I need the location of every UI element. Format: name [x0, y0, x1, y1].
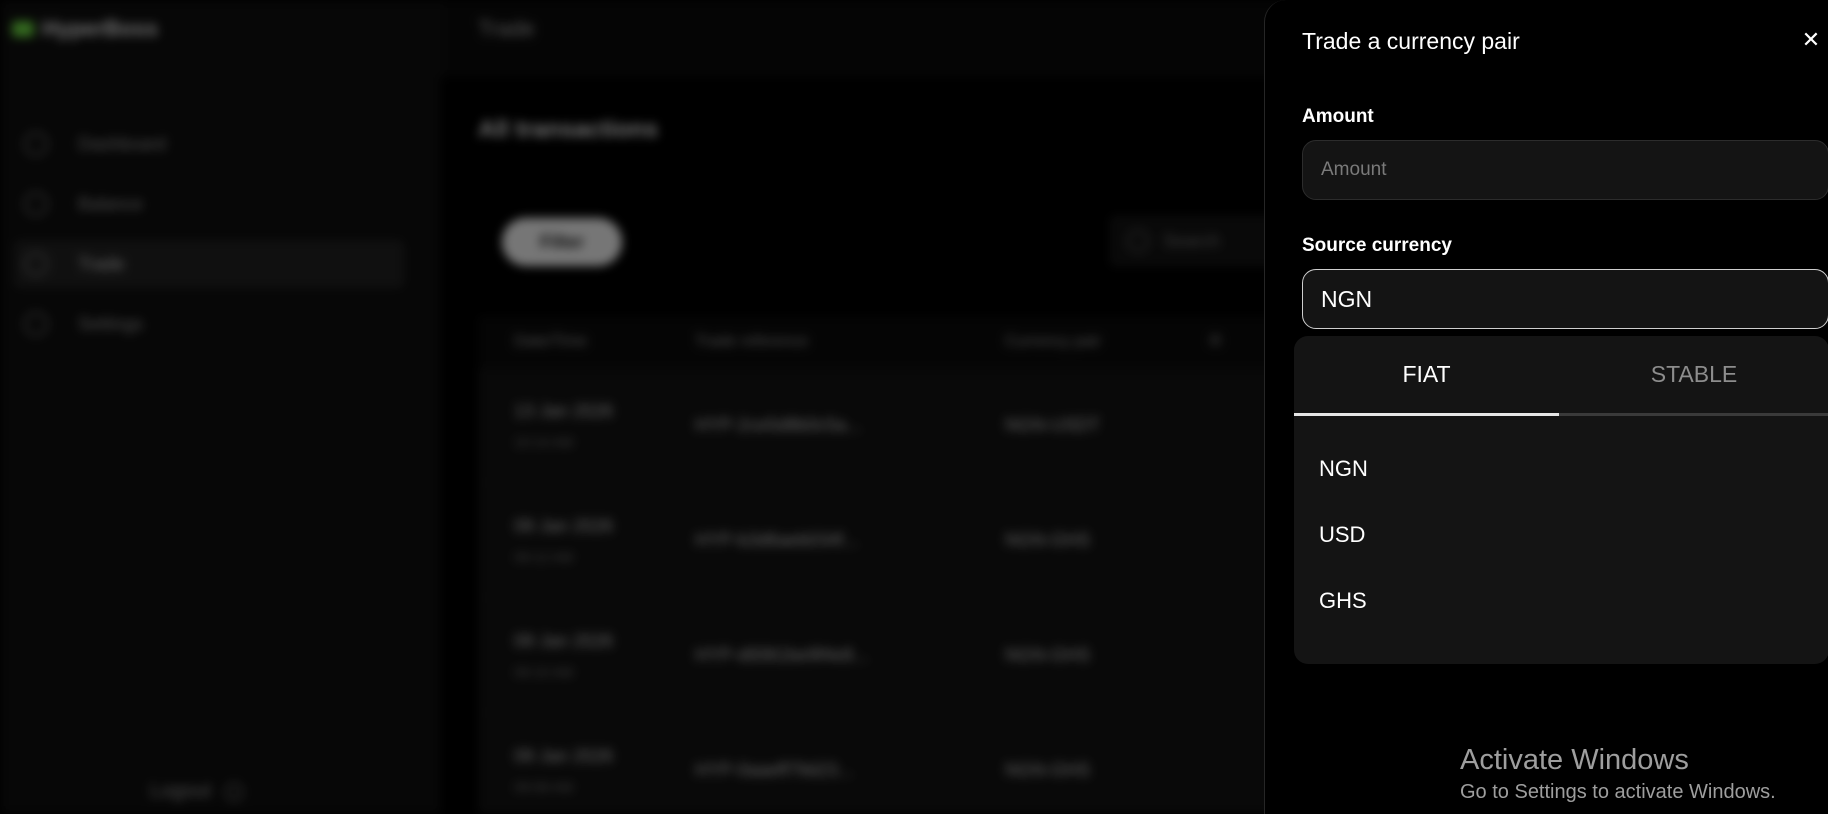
logo: HyperBoss	[12, 16, 158, 42]
row-pair: NGN-GHS	[1005, 529, 1090, 550]
currency-options: NGN USD GHS	[1294, 436, 1828, 634]
option-ghs[interactable]: GHS	[1294, 568, 1828, 634]
row-date: 13 Jan 2026	[514, 400, 614, 421]
sidebar-nav: Dashboard Balance Trade Settings	[14, 120, 404, 360]
option-ngn[interactable]: NGN	[1294, 436, 1828, 502]
drawer-title: Trade a currency pair	[1302, 28, 1520, 54]
column-header: Date/Time	[514, 333, 588, 350]
row-time: 09:08 AM	[514, 778, 574, 795]
option-usd[interactable]: USD	[1294, 502, 1828, 568]
sidebar-item-trade[interactable]: Trade	[14, 240, 404, 288]
filter-button[interactable]: Filter	[502, 218, 622, 266]
search-placeholder: Search	[1163, 230, 1221, 251]
tab-fiat[interactable]: FIAT	[1294, 336, 1559, 416]
wallet-icon	[24, 192, 48, 216]
page-crumb: Trade	[478, 16, 535, 41]
row-ref: HYP-0aaeff79d23...	[695, 759, 853, 780]
currency-dropdown: FIAT STABLE NGN USD GHS	[1294, 336, 1828, 664]
home-icon	[24, 132, 48, 156]
amount-label: Amount	[1302, 106, 1374, 127]
logout-icon	[225, 782, 244, 801]
row-time: 09:10 AM	[514, 663, 574, 680]
search-icon	[1127, 230, 1149, 252]
row-date: 09 Jan 2026	[514, 630, 614, 651]
row-pair: NGN-GHS	[1005, 644, 1090, 665]
column-header: Trade reference	[695, 333, 809, 350]
activate-windows-watermark: Activate Windows Go to Settings to activ…	[1460, 744, 1776, 804]
tab-label: STABLE	[1650, 361, 1738, 387]
tab-label: FIAT	[1402, 361, 1451, 387]
filter-label: Filter	[539, 231, 584, 252]
sidebar: HyperBoss Dashboard Balance Trade Settin…	[0, 0, 440, 814]
currency-tabs: FIAT STABLE	[1294, 336, 1828, 416]
section-title: All transactions	[478, 116, 659, 143]
source-currency-value: NGN	[1321, 285, 1373, 312]
row-date: 09 Jan 2026	[514, 745, 614, 766]
sidebar-item-settings[interactable]: Settings	[14, 300, 404, 348]
trade-drawer: Trade a currency pair ✕ Amount Source cu…	[1264, 0, 1828, 814]
source-currency-select[interactable]: NGN	[1302, 269, 1828, 329]
sidebar-item-label: Balance	[78, 193, 144, 214]
sidebar-item-label: Settings	[78, 313, 144, 334]
close-icon: ✕	[1801, 27, 1821, 52]
row-time: 09:12 AM	[514, 548, 574, 565]
row-pair: NGN-USDT	[1005, 414, 1100, 435]
row-time: 10:14 AM	[514, 433, 574, 450]
close-button[interactable]: ✕	[1799, 28, 1823, 52]
sidebar-item-label: Trade	[78, 253, 125, 274]
logout-button[interactable]: Logout	[150, 780, 244, 803]
sidebar-item-balance[interactable]: Balance	[14, 180, 404, 228]
logo-mark-icon	[12, 21, 34, 37]
watermark-subtitle: Go to Settings to activate Windows.	[1460, 781, 1776, 803]
amount-input[interactable]	[1302, 140, 1828, 200]
sidebar-item-dashboard[interactable]: Dashboard	[14, 120, 404, 168]
source-currency-label: Source currency	[1302, 235, 1452, 256]
row-ref: HYP-b3d6aeb034f...	[695, 529, 859, 550]
row-pair: NGN-GHS	[1005, 759, 1090, 780]
gear-icon	[24, 312, 48, 336]
trade-icon	[24, 252, 48, 276]
watermark-title: Activate Windows	[1460, 744, 1689, 776]
logout-label: Logout	[150, 780, 212, 802]
row-ref: HYP-2ce5d8b0c5a...	[695, 414, 862, 435]
row-date: 09 Jan 2026	[514, 515, 614, 536]
tab-stable[interactable]: STABLE	[1559, 336, 1828, 416]
row-ref: HYP-d0061be9f4e8...	[695, 644, 869, 665]
column-header: Currency pair	[1005, 333, 1102, 350]
logo-text: HyperBoss	[42, 16, 159, 41]
sidebar-item-label: Dashboard	[78, 133, 167, 154]
